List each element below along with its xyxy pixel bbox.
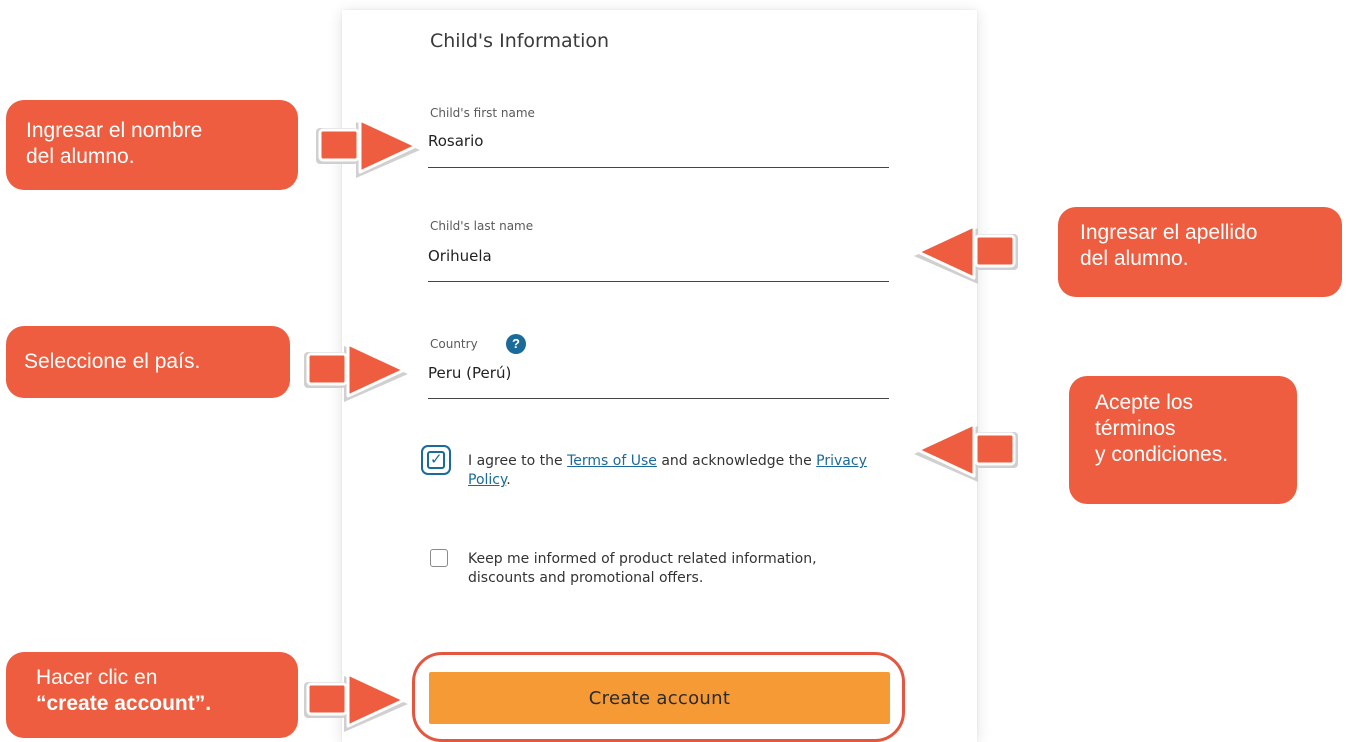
marketing-text: Keep me informed of product related info… bbox=[468, 551, 817, 586]
arrow-right-icon bbox=[304, 342, 408, 402]
country-underline bbox=[428, 398, 889, 399]
callout-terms: Acepte los términos y condiciones. bbox=[1069, 376, 1297, 504]
section-title: Child's Information bbox=[430, 30, 610, 52]
arrow-left-icon bbox=[914, 224, 1018, 284]
last-name-label: Child's last name bbox=[430, 219, 534, 233]
callout-country: Seleccione el país. bbox=[6, 326, 290, 398]
country-label: Country bbox=[430, 337, 478, 351]
terms-checkbox[interactable] bbox=[427, 450, 445, 469]
last-name-input[interactable]: Orihuela bbox=[428, 247, 492, 265]
last-name-underline bbox=[428, 281, 889, 282]
arrow-right-icon bbox=[316, 118, 420, 178]
terms-text: I agree to the Terms of Use and acknowle… bbox=[468, 453, 867, 488]
callout-create: Hacer clic en “create account”. bbox=[6, 652, 298, 738]
country-select[interactable]: Peru (Perú) bbox=[428, 364, 511, 382]
marketing-checkbox[interactable] bbox=[430, 549, 448, 567]
terms-of-use-link[interactable]: Terms of Use bbox=[567, 453, 657, 469]
callout-first-name: Ingresar el nombre del alumno. bbox=[6, 100, 298, 190]
arrow-left-icon bbox=[914, 422, 1018, 482]
callout-last-name: Ingresar el apellido del alumno. bbox=[1058, 207, 1342, 297]
arrow-right-icon bbox=[304, 672, 408, 732]
first-name-underline bbox=[428, 167, 889, 168]
help-icon[interactable]: ? bbox=[506, 334, 526, 354]
first-name-label: Child's first name bbox=[430, 106, 535, 120]
create-account-button[interactable]: Create account bbox=[429, 672, 890, 724]
first-name-input[interactable]: Rosario bbox=[428, 132, 483, 150]
